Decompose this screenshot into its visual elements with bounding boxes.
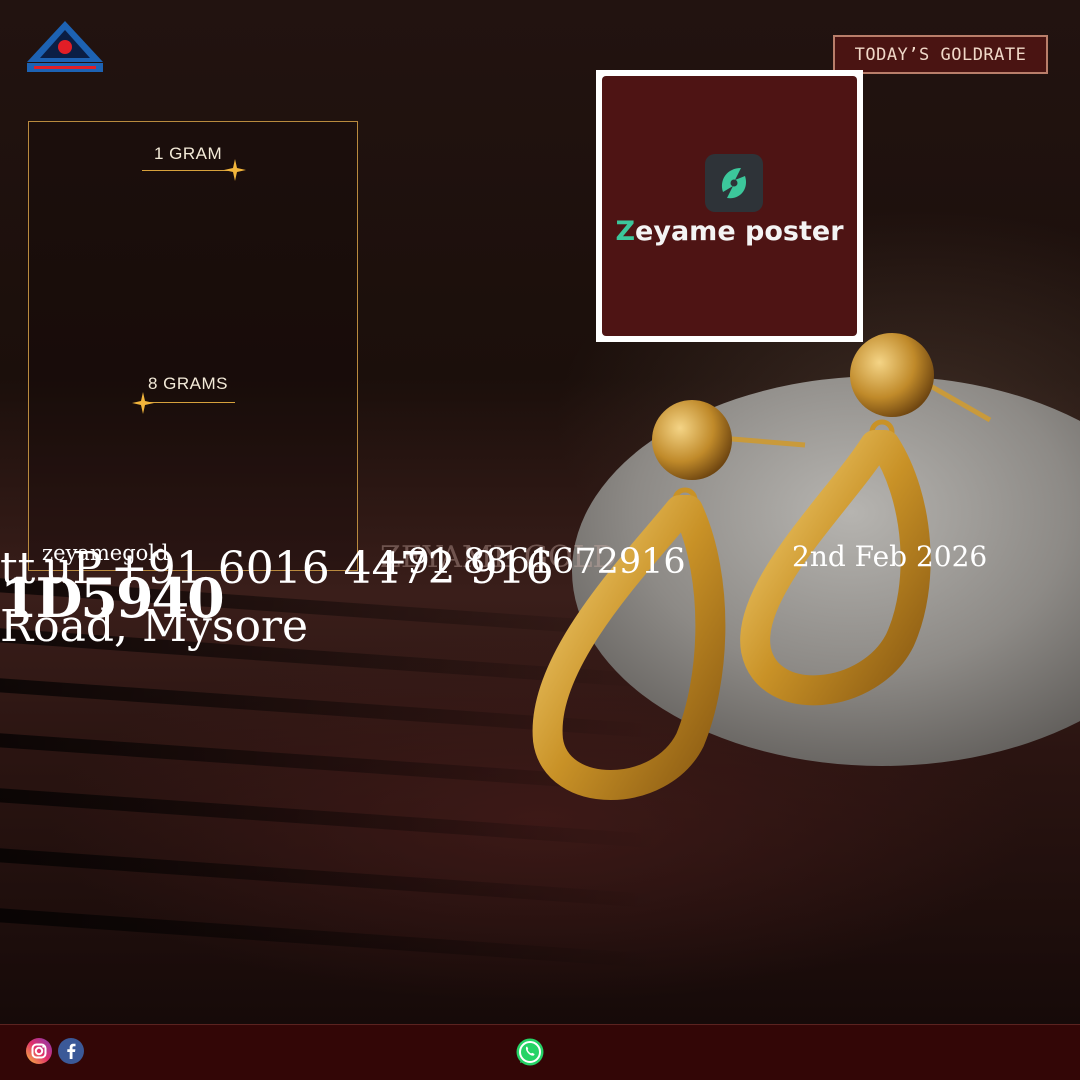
- rate-weight-label: 1 GRAM: [154, 144, 223, 163]
- whatsapp-icon[interactable]: [515, 1037, 545, 1067]
- instagram-icon[interactable]: [26, 1038, 52, 1064]
- shadow-stripe: [0, 905, 660, 969]
- divider-line: [142, 170, 234, 171]
- address-text: Road, Mysore: [0, 601, 309, 652]
- zeyame-poster-card: Zeyame poster: [596, 70, 863, 342]
- phone-secondary-text: +91 8861672916: [378, 542, 686, 582]
- divider-line: [141, 402, 235, 403]
- todays-goldrate-badge[interactable]: TODAY’S GOLDRATE: [833, 35, 1048, 74]
- rate-weight-label: 8 GRAMS: [148, 374, 229, 393]
- facebook-icon[interactable]: [58, 1038, 84, 1064]
- brand-logo: [27, 21, 103, 72]
- social-handle-text: zeyamegold: [42, 541, 169, 565]
- shadow-stripe: [0, 845, 660, 909]
- sparkle-icon: [132, 392, 154, 414]
- date-text: 2nd Feb 2026: [792, 540, 988, 573]
- poster-card-inner: Zeyame poster: [602, 76, 857, 336]
- poster-brand-name: Zeyame poster: [615, 216, 844, 247]
- zeyame-poster-app-icon: [705, 154, 763, 212]
- gold-rate-panel: 1 GRAM 8 GRAMS: [28, 121, 358, 571]
- poster-canvas: 1 GRAM 8 GRAMS TODAY’S GOLDRATE Zeyame p…: [0, 0, 1080, 1080]
- sparkle-icon: [224, 159, 246, 181]
